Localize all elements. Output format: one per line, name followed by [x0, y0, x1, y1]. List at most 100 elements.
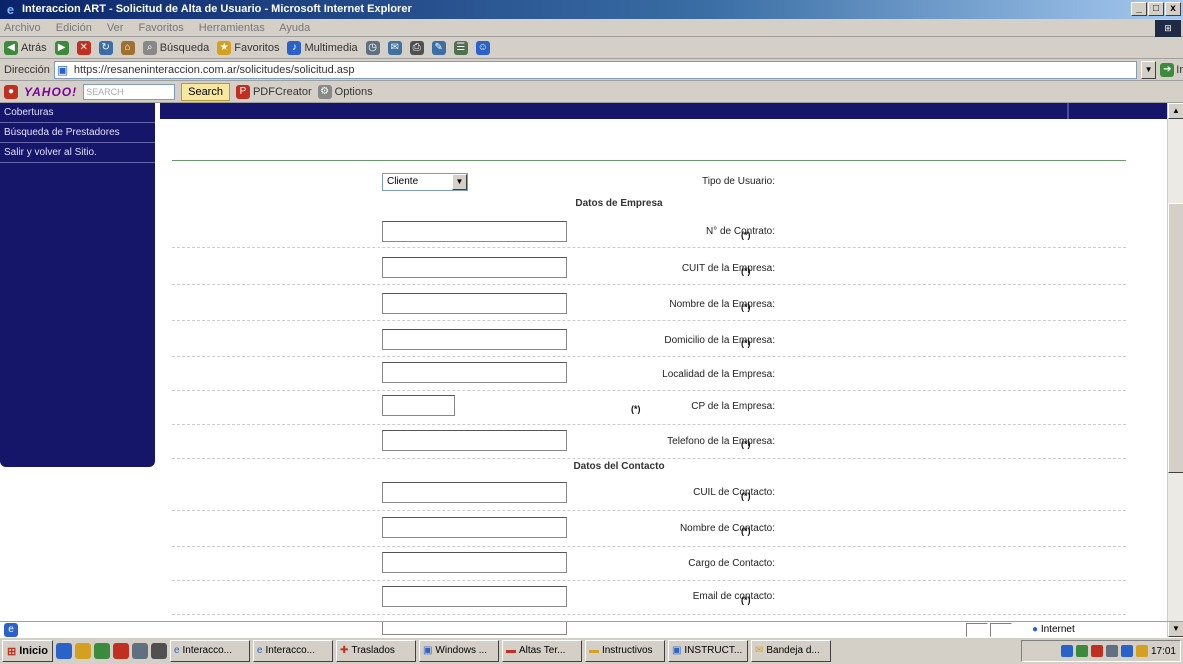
sidebar-item-busqueda-prestadores[interactable]: Búsqueda de Prestadores	[0, 123, 155, 143]
window-title: Interaccion ART - Solicitud de Alta de U…	[22, 3, 412, 15]
task-altas[interactable]: ▬ Altas Ter...	[501, 640, 582, 662]
status-panel	[990, 623, 1012, 637]
chevron-down-icon: ▼	[452, 174, 467, 190]
sidebar-item-coberturas[interactable]: Coberturas	[0, 103, 155, 123]
nombre-empresa-input[interactable]	[382, 293, 567, 314]
localidad-empresa-input[interactable]	[382, 362, 567, 383]
quicklaunch-misc-icon[interactable]	[150, 643, 167, 659]
menu-edicion[interactable]: Edición	[56, 22, 92, 34]
form-row	[172, 391, 1126, 425]
edit-button[interactable]: ✎	[431, 40, 446, 55]
sidebar-item-salir[interactable]: Salir y volver al Sitio.	[0, 143, 155, 163]
discuss-button[interactable]: ☰	[453, 40, 468, 55]
address-url: https://resaneninteraccion.com.ar/solici…	[73, 63, 355, 76]
multimedia-button[interactable]: ♪ Multimedia	[287, 37, 358, 59]
search-icon: ⌕	[142, 40, 157, 55]
maximize-button[interactable]: □	[1148, 2, 1164, 16]
tray-icon[interactable]	[1075, 645, 1088, 657]
page-content: Coberturas Búsqueda de Prestadores Salir…	[0, 103, 1183, 637]
quicklaunch-app-icon[interactable]	[93, 643, 110, 659]
forward-button[interactable]: ▶	[54, 40, 69, 55]
field-label: Domicilio de la Empresa:	[664, 335, 775, 346]
required-mark: (*)	[741, 302, 751, 312]
back-button[interactable]: ◀ Atrás	[4, 37, 47, 59]
favorites-button[interactable]: ★ Favoritos	[217, 37, 279, 59]
menu-ayuda[interactable]: Ayuda	[279, 22, 310, 34]
pdf-icon: ▬	[505, 645, 516, 656]
task-windows[interactable]: ▣ Windows ...	[418, 640, 499, 662]
search-button[interactable]: ⌕ Búsqueda	[142, 37, 209, 59]
yahoo-search-input[interactable]: SEARCH	[83, 83, 176, 100]
cp-empresa-input[interactable]	[382, 395, 455, 416]
internet-explorer-icon: e	[6, 2, 15, 17]
task-bandeja[interactable]: ✉ Bandeja d...	[750, 640, 831, 662]
form-row	[172, 425, 1126, 459]
domicilio-empresa-input[interactable]	[382, 329, 567, 350]
field-label: Nombre de la Empresa:	[669, 299, 775, 310]
messenger-button[interactable]: ☺	[475, 40, 490, 55]
quicklaunch-ie-icon[interactable]	[55, 643, 72, 659]
menu-archivo[interactable]: Archivo	[4, 22, 41, 34]
form-row	[172, 547, 1126, 581]
start-button[interactable]: ⊞ Inicio	[2, 640, 53, 662]
nombre-contacto-input[interactable]	[382, 517, 567, 538]
menu-herramientas[interactable]: Herramientas	[199, 22, 265, 34]
header-divider	[1067, 103, 1069, 119]
tray-icon[interactable]	[1135, 645, 1148, 657]
tipo-usuario-select[interactable]: Cliente ▼	[382, 173, 468, 191]
yahoo-logo[interactable]: YAHOO!	[24, 85, 77, 99]
quicklaunch-folder-icon[interactable]	[74, 643, 91, 659]
nro-contrato-input[interactable]	[382, 221, 567, 242]
cuil-contacto-input[interactable]	[382, 482, 567, 503]
cuit-empresa-input[interactable]	[382, 257, 567, 278]
clock[interactable]: 17:01	[1151, 646, 1176, 657]
form-row	[172, 511, 1126, 547]
minimize-button[interactable]: _	[1131, 2, 1147, 16]
address-dropdown-button[interactable]: ▼	[1140, 60, 1157, 79]
menu-favoritos[interactable]: Favoritos	[138, 22, 183, 34]
stop-button[interactable]: ✕	[76, 40, 91, 55]
page-status-icon: e	[4, 623, 18, 637]
task-traslados[interactable]: ✚ Traslados	[335, 640, 416, 662]
home-button[interactable]: ⌂	[120, 40, 135, 55]
vertical-scrollbar[interactable]: ▲ ▼	[1167, 103, 1183, 637]
field-label: Nombre de Contacto:	[679, 523, 775, 534]
header-band	[160, 103, 1167, 119]
status-panel	[966, 623, 988, 637]
window-titlebar[interactable]: e Interaccion ART - Solicitud de Alta de…	[0, 0, 1183, 19]
required-mark: (*)	[741, 230, 751, 240]
history-button[interactable]: ◷	[365, 40, 380, 55]
tray-icon[interactable]	[1090, 645, 1103, 657]
go-button[interactable]: ➔ Ir	[1160, 62, 1183, 77]
task-interaccion-2[interactable]: e Interacco...	[252, 640, 333, 662]
tray-icon[interactable]	[1120, 645, 1133, 657]
windows-logo-icon: ⊞	[1155, 20, 1181, 37]
options-button[interactable]: ⚙ Options	[317, 84, 373, 99]
scroll-up-button[interactable]: ▲	[1168, 103, 1183, 119]
tray-icon[interactable]	[1060, 645, 1073, 657]
refresh-button[interactable]: ↻	[98, 40, 113, 55]
scroll-thumb[interactable]	[1168, 203, 1183, 473]
field-label: Telefono de la Empresa:	[667, 436, 775, 447]
email-contacto-input[interactable]	[382, 586, 567, 607]
menu-ver[interactable]: Ver	[107, 22, 124, 34]
task-instructivos[interactable]: ▬ Instructivos	[584, 640, 665, 662]
print-button[interactable]: ⎙	[409, 40, 424, 55]
pdfcreator-button[interactable]: P PDFCreator	[235, 84, 312, 99]
app-icon: ✚	[339, 645, 349, 656]
quicklaunch-desktop-icon[interactable]	[131, 643, 148, 659]
mail-icon: ✉	[754, 645, 764, 656]
task-interaccion-1[interactable]: e Interacco...	[169, 640, 250, 662]
quicklaunch-pdf-icon[interactable]	[112, 643, 129, 659]
telefono-empresa-input[interactable]	[382, 430, 567, 451]
cargo-contacto-input[interactable]	[382, 552, 567, 573]
mail-button[interactable]: ✉	[387, 40, 402, 55]
task-instruct[interactable]: ▣ INSTRUCT...	[667, 640, 748, 662]
form-row	[172, 474, 1126, 511]
address-input[interactable]: ▣ https://resaneninteraccion.com.ar/soli…	[53, 60, 1137, 79]
field-label: Cargo de Contacto:	[688, 558, 775, 569]
yahoo-search-button[interactable]: Search	[181, 82, 230, 101]
tray-icon[interactable]	[1105, 645, 1118, 657]
document-icon: ▣	[671, 645, 682, 656]
close-button[interactable]: x	[1165, 2, 1181, 16]
